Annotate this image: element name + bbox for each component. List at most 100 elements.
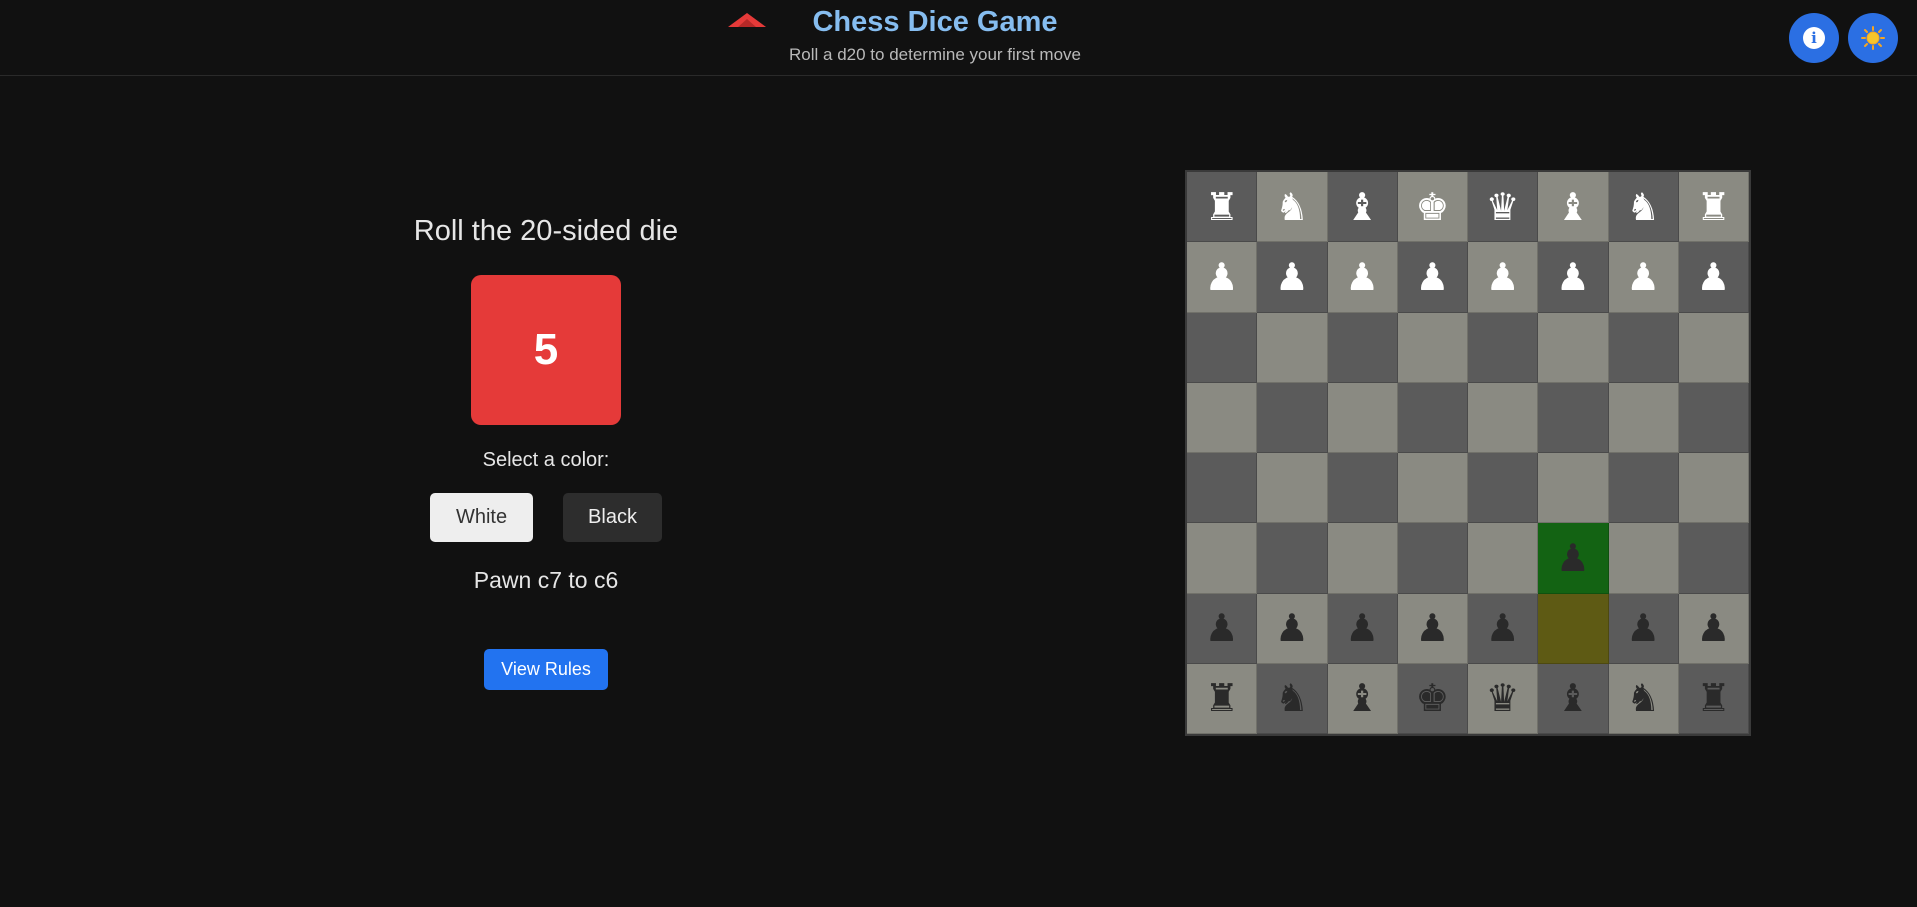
- board-square-d6[interactable]: [1397, 523, 1468, 594]
- black-pawn-icon[interactable]: ♟: [1696, 609, 1730, 647]
- black-button[interactable]: Black: [563, 493, 662, 542]
- white-rook-icon[interactable]: ♜: [1696, 188, 1730, 226]
- board-square-f7[interactable]: [1538, 593, 1609, 664]
- board-square-d8[interactable]: ♚: [1397, 663, 1468, 734]
- board-square-a6[interactable]: [1187, 523, 1258, 594]
- black-knight-icon[interactable]: ♞: [1626, 679, 1660, 717]
- board-square-h3[interactable]: [1678, 312, 1749, 383]
- board-square-a4[interactable]: [1187, 382, 1258, 453]
- board-square-b7[interactable]: ♟: [1257, 593, 1328, 664]
- board-square-d3[interactable]: [1397, 312, 1468, 383]
- board-square-h4[interactable]: [1678, 382, 1749, 453]
- board-square-b1[interactable]: ♞: [1257, 172, 1328, 243]
- board-square-e2[interactable]: ♟: [1468, 242, 1539, 313]
- board-square-e8[interactable]: ♛: [1468, 663, 1539, 734]
- white-bishop-icon[interactable]: ♝: [1345, 188, 1379, 226]
- board-square-g7[interactable]: ♟: [1608, 593, 1679, 664]
- black-rook-icon[interactable]: ♜: [1696, 679, 1730, 717]
- board-square-e5[interactable]: [1468, 453, 1539, 524]
- board-square-d1[interactable]: ♚: [1397, 172, 1468, 243]
- white-button[interactable]: White: [430, 493, 533, 542]
- board-square-h1[interactable]: ♜: [1678, 172, 1749, 243]
- info-button[interactable]: i: [1789, 13, 1839, 63]
- board-square-b2[interactable]: ♟: [1257, 242, 1328, 313]
- board-square-e6[interactable]: [1468, 523, 1539, 594]
- board-square-g5[interactable]: [1608, 453, 1679, 524]
- board-square-a7[interactable]: ♟: [1187, 593, 1258, 664]
- black-pawn-icon[interactable]: ♟: [1626, 609, 1660, 647]
- board-square-g1[interactable]: ♞: [1608, 172, 1679, 243]
- board-square-h2[interactable]: ♟: [1678, 242, 1749, 313]
- black-rook-icon[interactable]: ♜: [1205, 679, 1239, 717]
- board-square-f6[interactable]: ♟: [1538, 523, 1609, 594]
- board-square-b8[interactable]: ♞: [1257, 663, 1328, 734]
- board-square-c3[interactable]: [1327, 312, 1398, 383]
- board-square-b4[interactable]: [1257, 382, 1328, 453]
- board-square-c1[interactable]: ♝: [1327, 172, 1398, 243]
- board-square-f5[interactable]: [1538, 453, 1609, 524]
- black-pawn-icon[interactable]: ♟: [1275, 609, 1309, 647]
- board-square-f4[interactable]: [1538, 382, 1609, 453]
- board-square-f3[interactable]: [1538, 312, 1609, 383]
- board-square-c6[interactable]: [1327, 523, 1398, 594]
- board-square-d5[interactable]: [1397, 453, 1468, 524]
- board-square-b5[interactable]: [1257, 453, 1328, 524]
- black-knight-icon[interactable]: ♞: [1275, 679, 1309, 717]
- board-square-c8[interactable]: ♝: [1327, 663, 1398, 734]
- board-square-a2[interactable]: ♟: [1187, 242, 1258, 313]
- board-square-g8[interactable]: ♞: [1608, 663, 1679, 734]
- board-square-h7[interactable]: ♟: [1678, 593, 1749, 664]
- board-square-f1[interactable]: ♝: [1538, 172, 1609, 243]
- board-square-h8[interactable]: ♜: [1678, 663, 1749, 734]
- white-pawn-icon[interactable]: ♟: [1415, 258, 1449, 296]
- d20-die[interactable]: 5: [471, 275, 621, 425]
- board-square-a1[interactable]: ♜: [1187, 172, 1258, 243]
- white-pawn-icon[interactable]: ♟: [1205, 258, 1239, 296]
- board-square-a3[interactable]: [1187, 312, 1258, 383]
- white-king-icon[interactable]: ♚: [1415, 188, 1449, 226]
- white-rook-icon[interactable]: ♜: [1205, 188, 1239, 226]
- board-square-d4[interactable]: [1397, 382, 1468, 453]
- board-square-c5[interactable]: [1327, 453, 1398, 524]
- theme-toggle-button[interactable]: [1848, 13, 1898, 63]
- board-square-e4[interactable]: [1468, 382, 1539, 453]
- board-square-g4[interactable]: [1608, 382, 1679, 453]
- black-pawn-icon[interactable]: ♟: [1415, 609, 1449, 647]
- board-square-e1[interactable]: ♛: [1468, 172, 1539, 243]
- white-knight-icon[interactable]: ♞: [1626, 188, 1660, 226]
- white-bishop-icon[interactable]: ♝: [1556, 188, 1590, 226]
- board-square-c7[interactable]: ♟: [1327, 593, 1398, 664]
- board-square-e7[interactable]: ♟: [1468, 593, 1539, 664]
- board-square-g3[interactable]: [1608, 312, 1679, 383]
- view-rules-button[interactable]: View Rules: [484, 649, 608, 690]
- black-bishop-icon[interactable]: ♝: [1345, 679, 1379, 717]
- board-square-f2[interactable]: ♟: [1538, 242, 1609, 313]
- black-pawn-icon[interactable]: ♟: [1486, 609, 1520, 647]
- black-bishop-icon[interactable]: ♝: [1556, 679, 1590, 717]
- white-pawn-icon[interactable]: ♟: [1275, 258, 1309, 296]
- white-pawn-icon[interactable]: ♟: [1626, 258, 1660, 296]
- board-square-g2[interactable]: ♟: [1608, 242, 1679, 313]
- black-pawn-icon[interactable]: ♟: [1556, 539, 1590, 577]
- white-pawn-icon[interactable]: ♟: [1345, 258, 1379, 296]
- board-square-h6[interactable]: [1678, 523, 1749, 594]
- board-square-d2[interactable]: ♟: [1397, 242, 1468, 313]
- board-square-f8[interactable]: ♝: [1538, 663, 1609, 734]
- board-square-a8[interactable]: ♜: [1187, 663, 1258, 734]
- board-square-e3[interactable]: [1468, 312, 1539, 383]
- white-pawn-icon[interactable]: ♟: [1556, 258, 1590, 296]
- black-pawn-icon[interactable]: ♟: [1205, 609, 1239, 647]
- white-pawn-icon[interactable]: ♟: [1696, 258, 1730, 296]
- white-knight-icon[interactable]: ♞: [1275, 188, 1309, 226]
- white-queen-icon[interactable]: ♛: [1486, 188, 1520, 226]
- board-square-b6[interactable]: [1257, 523, 1328, 594]
- board-square-b3[interactable]: [1257, 312, 1328, 383]
- board-square-d7[interactable]: ♟: [1397, 593, 1468, 664]
- board-square-c2[interactable]: ♟: [1327, 242, 1398, 313]
- black-pawn-icon[interactable]: ♟: [1345, 609, 1379, 647]
- board-square-c4[interactable]: [1327, 382, 1398, 453]
- board-square-h5[interactable]: [1678, 453, 1749, 524]
- board-square-g6[interactable]: [1608, 523, 1679, 594]
- black-king-icon[interactable]: ♚: [1415, 679, 1449, 717]
- white-pawn-icon[interactable]: ♟: [1486, 258, 1520, 296]
